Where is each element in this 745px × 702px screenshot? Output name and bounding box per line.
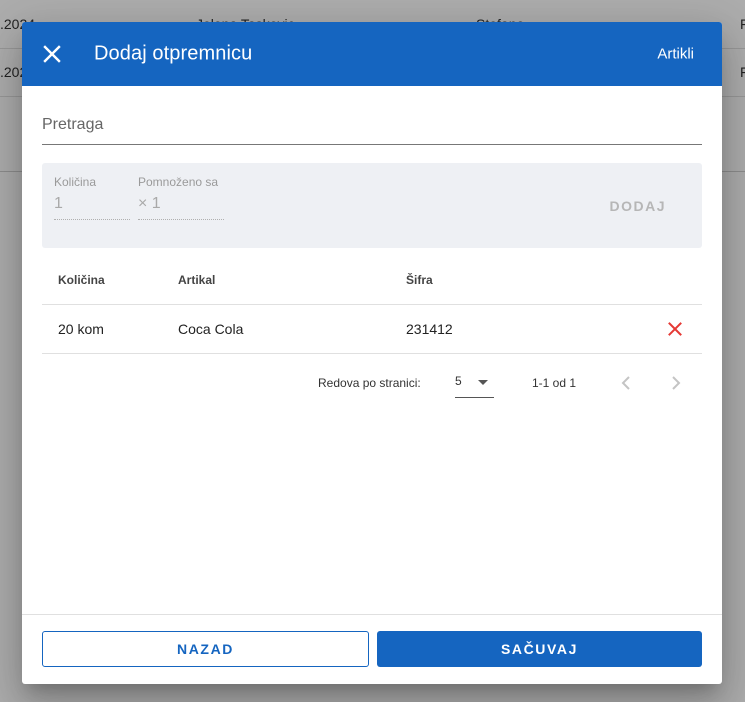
- table-row: 20 kom Coca Cola 231412: [42, 305, 702, 354]
- delete-icon: [668, 322, 682, 336]
- dialog-footer: NAZAD SAČUVAJ: [22, 614, 722, 684]
- quantity-input[interactable]: 1: [54, 195, 130, 220]
- cell-quantity: 20 kom: [58, 321, 104, 337]
- items-table: Količina Artikal Šifra 20 kom Coca Cola …: [42, 256, 702, 354]
- items-button[interactable]: Artikli: [657, 46, 694, 63]
- chevron-left-icon: [621, 376, 630, 390]
- cell-item: Coca Cola: [178, 321, 244, 337]
- caret-down-icon: [478, 380, 488, 385]
- add-button[interactable]: DODAJ: [609, 198, 666, 214]
- rows-per-page-select[interactable]: 5: [455, 369, 494, 398]
- delete-row-button[interactable]: [666, 320, 684, 338]
- dialog-title: Dodaj otpremnicu: [94, 42, 253, 65]
- table-header: Količina Artikal Šifra: [42, 256, 702, 305]
- save-button[interactable]: SAČUVAJ: [377, 631, 702, 667]
- add-item-panel: Količina 1 Pomnoženo sa × 1 DODAJ: [42, 163, 702, 248]
- multiplier-label: Pomnoženo sa: [138, 175, 219, 189]
- quantity-label: Količina: [54, 175, 97, 189]
- next-page-button[interactable]: [664, 371, 688, 395]
- close-button[interactable]: [32, 34, 72, 74]
- column-header-item[interactable]: Artikal: [178, 273, 215, 287]
- cell-code: 231412: [406, 321, 453, 337]
- rows-per-page-value: 5: [455, 374, 462, 388]
- quantity-field[interactable]: Količina 1: [54, 175, 130, 220]
- multiplier-field[interactable]: Pomnoženo sa × 1: [138, 175, 224, 220]
- rows-per-page-label: Redova po stranici:: [318, 376, 421, 390]
- add-delivery-note-dialog: Dodaj otpremnicu Artikli Količina 1 Pomn…: [22, 22, 722, 684]
- multiplier-input[interactable]: × 1: [138, 195, 224, 220]
- previous-page-button[interactable]: [614, 371, 638, 395]
- column-header-quantity[interactable]: Količina: [58, 273, 105, 287]
- column-header-code[interactable]: Šifra: [406, 273, 433, 287]
- back-button[interactable]: NAZAD: [42, 631, 369, 667]
- table-pagination: Redova po stranici: 5 1-1 od 1: [42, 362, 702, 404]
- page-range: 1-1 od 1: [532, 376, 577, 390]
- close-icon: [43, 45, 61, 63]
- search-input[interactable]: [42, 108, 702, 142]
- dialog-header: Dodaj otpremnicu Artikli: [22, 22, 722, 86]
- chevron-right-icon: [672, 376, 681, 390]
- search-field: [42, 108, 702, 145]
